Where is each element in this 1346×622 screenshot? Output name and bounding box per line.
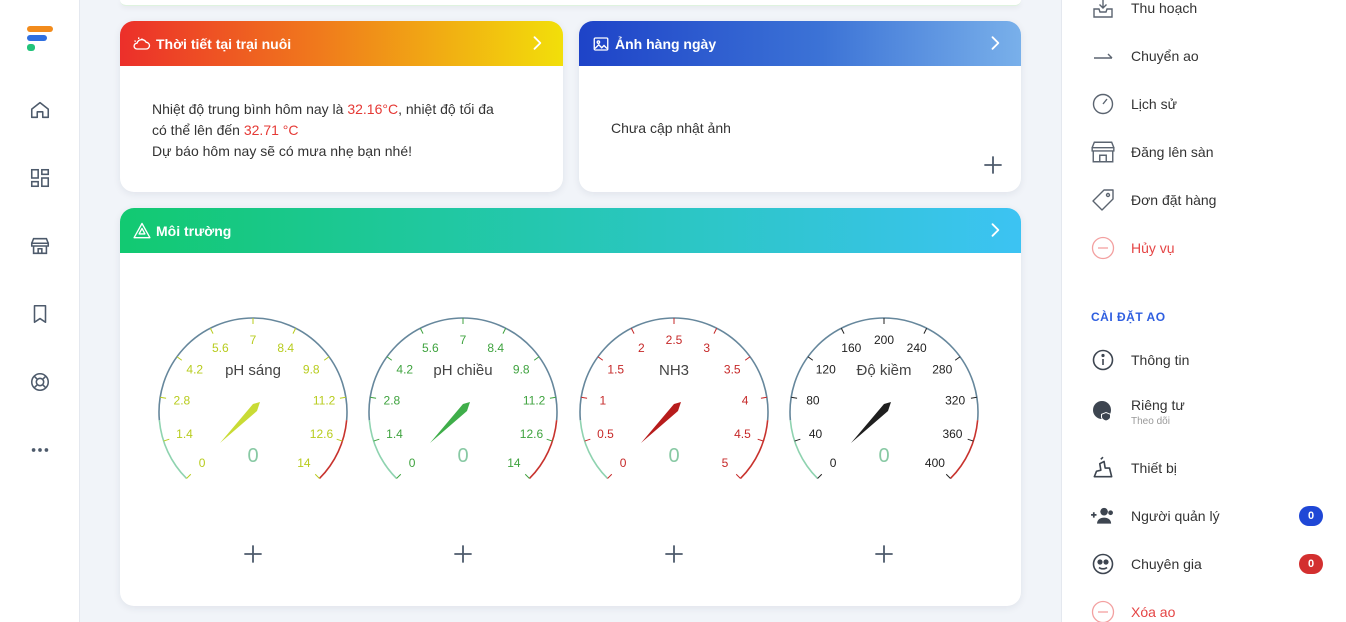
expert-icon	[1090, 551, 1116, 577]
chevron-right-icon[interactable]	[985, 220, 1005, 240]
managers-icon	[1090, 503, 1116, 529]
menu-info-label: Thông tin	[1131, 352, 1190, 368]
environment-card-header[interactable]: Môi trường	[120, 208, 1021, 253]
support-lifebuoy-icon[interactable]	[26, 368, 54, 396]
history-icon	[1090, 91, 1116, 117]
menu-experts[interactable]: Chuyên gia 0	[1090, 550, 1330, 578]
store-icon[interactable]	[26, 232, 54, 260]
menu-post-marketplace[interactable]: Đăng lên sàn	[1090, 138, 1330, 166]
managers-count-badge: 0	[1299, 506, 1323, 526]
add-ph-morning-plus-icon[interactable]	[243, 544, 263, 564]
transfer-icon	[1090, 43, 1116, 69]
daily-photo-card: Ảnh hàng ngày Chưa cập nhật ảnh	[579, 21, 1021, 192]
no-photo-text: Chưa cập nhật ảnh	[611, 120, 731, 136]
right-pond-menu: Thu hoạch Chuyển ao Lịch sử Đăng lên sàn…	[1061, 0, 1346, 622]
app-logo-icon[interactable]	[27, 25, 55, 53]
add-alkalinity-plus-icon[interactable]	[874, 544, 894, 564]
daily-photo-card-header[interactable]: Ảnh hàng ngày	[579, 21, 1021, 66]
menu-privacy[interactable]: Riêng tư Theo dõi	[1090, 396, 1330, 427]
menu-orders[interactable]: Đơn đặt hàng	[1090, 186, 1330, 214]
weather-card-header[interactable]: Thời tiết tại trại nuôi	[120, 21, 563, 66]
menu-managers-label: Người quản lý	[1131, 508, 1220, 524]
triangle-recycle-icon	[132, 221, 152, 241]
weather-line1-text-2: , nhiệt độ tối đa	[398, 101, 494, 117]
store-icon	[1090, 139, 1116, 165]
menu-privacy-sublabel: Theo dõi	[1131, 416, 1170, 427]
bookmark-icon[interactable]	[26, 300, 54, 328]
add-ph-afternoon-plus-icon[interactable]	[453, 544, 473, 564]
menu-orders-label: Đơn đặt hàng	[1131, 192, 1217, 208]
more-icon[interactable]	[26, 436, 54, 464]
add-nh3-plus-icon[interactable]	[664, 544, 684, 564]
delete-icon	[1090, 599, 1116, 622]
menu-history[interactable]: Lịch sử	[1090, 90, 1330, 118]
privacy-icon	[1090, 397, 1116, 423]
weather-line2-text: có thể lên đến	[152, 122, 244, 138]
menu-transfer-pond[interactable]: Chuyển ao	[1090, 42, 1330, 70]
menu-harvest[interactable]: Thu hoạch	[1090, 0, 1330, 22]
menu-cancel-crop[interactable]: Hủy vụ	[1090, 234, 1330, 262]
image-icon	[591, 34, 611, 54]
weather-text: Nhiệt độ trung bình hôm nay là 32.16°C, …	[120, 66, 563, 162]
avg-temp-value: 32.16°C	[347, 101, 399, 117]
menu-experts-label: Chuyên gia	[1131, 556, 1202, 572]
info-icon	[1090, 347, 1116, 373]
pond-settings-section-title: CÀI ĐẶT AO	[1091, 310, 1166, 324]
daily-photo-title: Ảnh hàng ngày	[615, 35, 717, 52]
tag-icon	[1090, 187, 1116, 213]
menu-info[interactable]: Thông tin	[1090, 346, 1330, 374]
previous-card-edge	[120, 0, 1021, 6]
dashboard-icon[interactable]	[26, 164, 54, 192]
menu-harvest-label: Thu hoạch	[1131, 0, 1198, 16]
device-icon	[1090, 455, 1116, 481]
menu-devices[interactable]: Thiết bị	[1090, 454, 1330, 482]
chevron-right-icon[interactable]	[985, 33, 1005, 53]
weather-title: Thời tiết tại trại nuôi	[156, 35, 292, 52]
menu-devices-label: Thiết bị	[1131, 460, 1177, 476]
menu-delete-label: Xóa ao	[1131, 604, 1176, 620]
menu-managers[interactable]: Người quản lý 0	[1090, 502, 1330, 530]
environment-title: Môi trường	[156, 222, 232, 239]
menu-privacy-label: Riêng tư	[1131, 397, 1185, 413]
weather-cloud-sun-icon	[132, 34, 152, 54]
weather-forecast-text: Dự báo hôm nay sẽ có mưa nhẹ bạn nhé!	[152, 143, 413, 159]
menu-delete-pond[interactable]: Xóa ao	[1090, 598, 1330, 622]
menu-cancel-label: Hủy vụ	[1131, 240, 1175, 256]
weather-line1-text: Nhiệt độ trung bình hôm nay là	[152, 101, 348, 117]
left-nav-rail	[0, 0, 80, 622]
max-temp-value: 32.71 °C	[243, 122, 299, 138]
menu-post-label: Đăng lên sàn	[1131, 144, 1214, 160]
experts-count-badge: 0	[1299, 554, 1323, 574]
menu-history-label: Lịch sử	[1131, 96, 1177, 112]
home-icon[interactable]	[26, 96, 54, 124]
harvest-icon	[1090, 0, 1116, 21]
cancel-icon	[1090, 235, 1116, 261]
weather-card: Thời tiết tại trại nuôi Nhiệt độ trung b…	[120, 21, 563, 192]
menu-transfer-label: Chuyển ao	[1131, 48, 1199, 64]
add-photo-plus-icon[interactable]	[983, 155, 1003, 175]
chevron-right-icon[interactable]	[527, 33, 547, 53]
